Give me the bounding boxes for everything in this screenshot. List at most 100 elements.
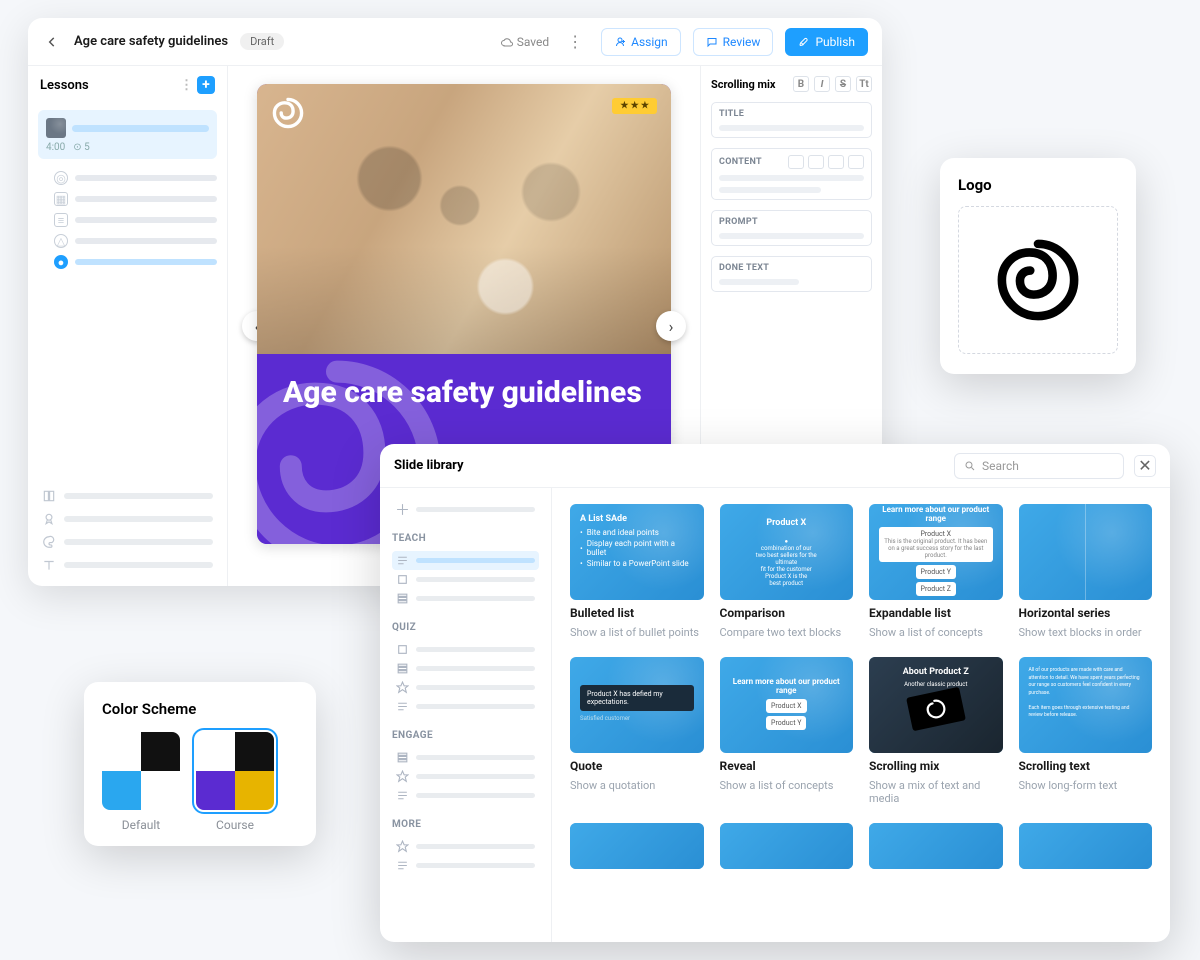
library-tile[interactable]: A title slide: [869, 823, 1003, 869]
library-filter-item[interactable]: [392, 589, 539, 608]
lesson-thumb-icon: [46, 118, 66, 138]
status-chip: Draft: [240, 33, 284, 50]
logo-dropzone[interactable]: [958, 206, 1118, 354]
library-filter-item[interactable]: [392, 748, 539, 767]
filter-item-icon: [396, 592, 409, 605]
scheme-label: Course: [196, 818, 274, 832]
library-filter-item[interactable]: [392, 570, 539, 589]
library-tile[interactable]: Product Information: [720, 823, 854, 869]
library-search-input[interactable]: Search: [954, 453, 1124, 479]
tile-thumbnail: Product X●combination of ourtwo best sel…: [720, 504, 854, 600]
scheme-option[interactable]: [196, 732, 274, 810]
foot-item[interactable]: [42, 558, 213, 572]
more-menu-button[interactable]: ⋮: [561, 32, 589, 51]
filter-item-icon: [396, 751, 409, 764]
library-filter-item[interactable]: [392, 659, 539, 678]
library-tile[interactable]: About Product ZAnother classic productSc…: [869, 657, 1003, 805]
back-button[interactable]: [42, 32, 62, 52]
review-button[interactable]: Review: [693, 28, 774, 56]
format-toolbar: B I S Tt: [793, 76, 872, 92]
color-scheme-card: Color Scheme DefaultCourse: [84, 682, 316, 846]
lessons-more-icon[interactable]: ⋮: [180, 78, 193, 93]
target-icon: ◎: [54, 171, 68, 185]
next-slide-button[interactable]: ›: [656, 311, 686, 341]
library-filter-item[interactable]: [392, 697, 539, 716]
library-filter-item[interactable]: [392, 640, 539, 659]
scheme-options: DefaultCourse: [102, 732, 298, 832]
lessons-heading: Lessons: [40, 78, 89, 93]
tile-subtitle: Compare two text blocks: [720, 626, 854, 639]
library-sidebar: TEACHQUIZENGAGEMORE: [380, 488, 552, 942]
library-tile[interactable]: Horizontal seriesShow text blocks in ord…: [1019, 504, 1153, 639]
library-filter-item[interactable]: [392, 767, 539, 786]
title-field[interactable]: TITLE: [711, 102, 872, 138]
library-group-heading: ENGAGE: [392, 730, 539, 741]
library-tile[interactable]: Learn more about our product rangeProduc…: [720, 657, 854, 805]
prompt-field[interactable]: PROMPT: [711, 210, 872, 246]
library-tile[interactable]: Our Range: [1019, 823, 1153, 869]
tile-subtitle: Show a quotation: [570, 779, 704, 792]
tile-thumbnail: Learn more about our product rangeProduc…: [869, 504, 1003, 600]
slide-item[interactable]: ▦: [54, 192, 217, 206]
slide-item[interactable]: △: [54, 234, 217, 248]
foot-item[interactable]: [42, 535, 213, 549]
library-filter-item[interactable]: [392, 786, 539, 805]
warning-icon: △: [54, 234, 68, 248]
library-filter-item[interactable]: [392, 551, 539, 570]
publish-button[interactable]: Publish: [785, 28, 868, 56]
tile-title: Scrolling text: [1019, 759, 1153, 773]
lesson-slide-count: 5: [84, 142, 90, 153]
content-field[interactable]: CONTENT: [711, 148, 872, 200]
cloud-check-icon: [501, 36, 513, 48]
tile-title: Horizontal series: [1019, 606, 1153, 620]
assign-label: Assign: [631, 35, 668, 49]
review-label: Review: [723, 35, 761, 49]
library-tile[interactable]: A List SAdeBite and ideal pointsDisplay …: [570, 504, 704, 639]
filter-item-icon: [396, 681, 409, 694]
tool-icon[interactable]: [808, 155, 824, 169]
library-tile[interactable]: About Product Y: [570, 823, 704, 869]
slide-badge: ★ ★ ★: [612, 98, 657, 114]
tile-thumbnail: A List SAdeBite and ideal pointsDisplay …: [570, 504, 704, 600]
tool-icon[interactable]: [788, 155, 804, 169]
add-lesson-button[interactable]: +: [197, 76, 215, 94]
tile-thumbnail: Product X has defied my expectations.Sat…: [570, 657, 704, 753]
book-icon: [42, 489, 56, 503]
done-text-field[interactable]: DONE TEXT: [711, 256, 872, 292]
italic-button[interactable]: I: [814, 76, 830, 92]
library-tile[interactable]: Product X has defied my expectations.Sat…: [570, 657, 704, 805]
strike-button[interactable]: S: [835, 76, 851, 92]
tool-icon[interactable]: [848, 155, 864, 169]
filter-item-icon: [396, 662, 409, 675]
filter-item-icon: [396, 554, 409, 567]
foot-item[interactable]: [42, 512, 213, 526]
dot-icon: ●: [54, 255, 68, 269]
library-filter-item[interactable]: [392, 856, 539, 875]
inspector-heading: Scrolling mix: [711, 78, 776, 91]
library-filter-item[interactable]: [392, 678, 539, 697]
scheme-option[interactable]: [102, 732, 180, 810]
library-filter-all[interactable]: [392, 500, 539, 519]
library-close-button[interactable]: ✕: [1134, 455, 1156, 477]
slide-item[interactable]: ◎: [54, 171, 217, 185]
tool-icon[interactable]: [828, 155, 844, 169]
bold-button[interactable]: B: [793, 76, 809, 92]
foot-item[interactable]: [42, 489, 213, 503]
library-tile[interactable]: All of our products are made with care a…: [1019, 657, 1153, 805]
textsize-button[interactable]: Tt: [856, 76, 872, 92]
slide-item-active[interactable]: ●: [54, 255, 217, 269]
slide-item[interactable]: ≡: [54, 213, 217, 227]
slide-list: ◎ ▦ ≡ △ ●: [28, 165, 227, 275]
tile-title: Quote: [570, 759, 704, 773]
slide-library-window: Slide library Search ✕ TEACHQUIZENGAGEMO…: [380, 444, 1170, 942]
filter-item-icon: [396, 859, 409, 872]
library-filter-item[interactable]: [392, 837, 539, 856]
assign-button[interactable]: Assign: [601, 28, 681, 56]
tile-thumbnail: About Product Y: [570, 823, 704, 869]
library-tile[interactable]: Learn more about our product rangeProduc…: [869, 504, 1003, 639]
lesson-card-active[interactable]: 4:00⊙ 5: [38, 110, 217, 159]
tile-thumbnail: A title slide: [869, 823, 1003, 869]
filter-item-icon: [396, 643, 409, 656]
tile-title: Scrolling mix: [869, 759, 1003, 773]
library-tile[interactable]: Product X●combination of ourtwo best sel…: [720, 504, 854, 639]
